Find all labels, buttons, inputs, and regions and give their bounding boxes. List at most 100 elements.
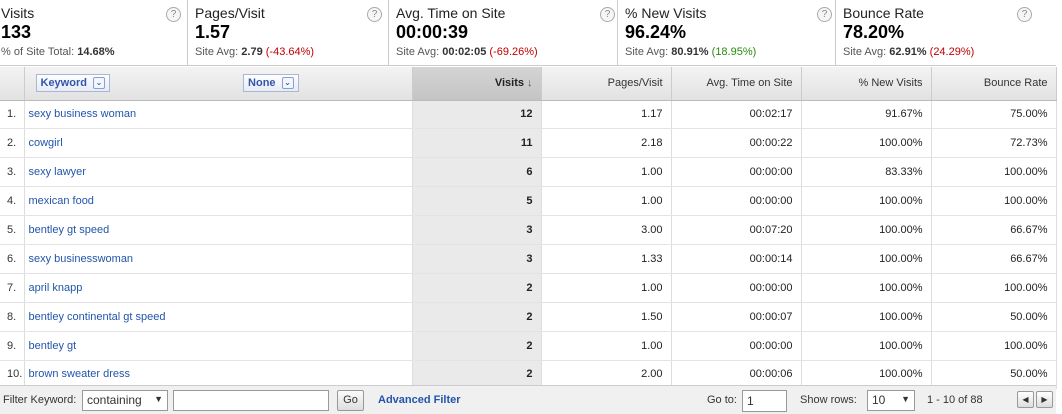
column-header-bounce-rate[interactable]: Bounce Rate bbox=[931, 67, 1057, 101]
table-row: 5. bentley gt speed 3 3.00 00:07:20 100.00% 66… bbox=[0, 215, 1057, 245]
visits-cell: 2 bbox=[412, 273, 542, 303]
row-index: 7. bbox=[0, 273, 25, 303]
visits-cell: 11 bbox=[412, 128, 542, 159]
keyword-link[interactable]: bentley continental gt speed bbox=[29, 311, 166, 323]
filter-input[interactable] bbox=[173, 390, 329, 411]
keyword-link[interactable]: sexy business woman bbox=[29, 108, 137, 120]
help-icon[interactable]: ? bbox=[600, 7, 615, 22]
bounce-rate-cell: 100.00% bbox=[931, 157, 1057, 188]
keyword-link[interactable]: bentley gt bbox=[29, 340, 77, 352]
show-rows-select[interactable]: 10 ▼ bbox=[867, 390, 915, 411]
metric-comparison: % of Site Total: 14.68% bbox=[1, 45, 187, 59]
bounce-rate-cell: 100.00% bbox=[931, 331, 1057, 361]
goto-input[interactable]: 1 bbox=[742, 390, 787, 412]
comparison-change: (18.95%) bbox=[711, 46, 757, 58]
keyword-cell: mexican food bbox=[24, 186, 413, 217]
new-visits-cell: 83.33% bbox=[801, 157, 932, 188]
help-icon[interactable]: ? bbox=[367, 7, 382, 22]
pages-visit-cell: 1.33 bbox=[541, 244, 672, 274]
previous-page-button[interactable]: ◀ bbox=[1017, 391, 1034, 408]
avg-time-cell: 00:00:14 bbox=[671, 244, 802, 274]
comparison-value: 80.91% bbox=[671, 46, 709, 58]
help-icon[interactable]: ? bbox=[817, 7, 832, 22]
metric-pages-per-visit: Pages/Visit 1.57 Site Avg: 2.79 (-43.64%… bbox=[188, 0, 389, 66]
new-visits-cell: 100.00% bbox=[801, 128, 932, 159]
avg-time-cell: 00:00:22 bbox=[671, 128, 802, 159]
new-visits-cell: 100.00% bbox=[801, 186, 932, 217]
bounce-rate-cell: 50.00% bbox=[931, 302, 1057, 332]
comparison-value: 62.91% bbox=[889, 46, 927, 58]
summary-metrics: Visits 133 % of Site Total: 14.68% ? Pag… bbox=[0, 0, 1056, 66]
metric-label: Visits bbox=[1, 5, 35, 21]
comparison-change: (-43.64%) bbox=[265, 46, 315, 58]
new-visits-cell: 91.67% bbox=[801, 100, 932, 130]
metric-label: Pages/Visit bbox=[195, 5, 265, 21]
sort-descending-icon: ↓ bbox=[527, 77, 533, 90]
pages-visit-cell: 1.00 bbox=[541, 186, 672, 217]
column-header-avg-time[interactable]: Avg. Time on Site bbox=[671, 67, 802, 101]
filter-go-button[interactable]: Go bbox=[337, 390, 364, 411]
visits-cell: 2 bbox=[412, 331, 542, 361]
help-icon[interactable]: ? bbox=[1017, 7, 1032, 22]
bounce-rate-cell: 100.00% bbox=[931, 273, 1057, 303]
keyword-link[interactable]: april knapp bbox=[29, 282, 83, 294]
help-icon[interactable]: ? bbox=[166, 7, 181, 22]
pages-visit-cell: 1.00 bbox=[541, 157, 672, 188]
avg-time-cell: 00:00:07 bbox=[671, 302, 802, 332]
visits-cell: 3 bbox=[412, 215, 542, 245]
comparison-prefix: Site Avg: bbox=[625, 46, 672, 58]
table-row: 1. sexy business woman 12 1.17 00:02:17 91.67… bbox=[0, 100, 1057, 130]
keyword-link[interactable]: mexican food bbox=[29, 195, 94, 207]
column-label: Visits bbox=[494, 77, 524, 90]
new-visits-cell: 100.00% bbox=[801, 331, 932, 361]
column-header-new-visits[interactable]: % New Visits bbox=[801, 67, 932, 101]
visits-cell: 12 bbox=[412, 100, 542, 130]
table-row: 7. april knapp 2 1.00 00:00:00 100.00% 100.00% bbox=[0, 273, 1057, 303]
bounce-rate-cell: 72.73% bbox=[931, 128, 1057, 159]
advanced-filter-link[interactable]: Advanced Filter bbox=[378, 394, 461, 406]
bounce-rate-cell: 66.67% bbox=[931, 215, 1057, 245]
primary-dimension-dropdown[interactable]: Keyword ⌄ bbox=[35, 74, 110, 93]
table-row: 2. cowgirl 11 2.18 00:00:22 100.00% 72.73% bbox=[0, 128, 1057, 159]
column-header-pages-visit[interactable]: Pages/Visit bbox=[541, 67, 672, 101]
metric-value: 96.24% bbox=[625, 22, 687, 42]
comparison-change: (24.29%) bbox=[929, 46, 975, 58]
metric-visits: Visits 133 % of Site Total: 14.68% ? bbox=[0, 0, 188, 66]
metric-value: 1.57 bbox=[195, 22, 231, 42]
secondary-dimension-dropdown[interactable]: None ⌄ bbox=[243, 74, 299, 93]
new-visits-cell: 100.00% bbox=[801, 244, 932, 274]
keyword-link[interactable]: cowgirl bbox=[29, 137, 63, 149]
select-value: containing bbox=[87, 393, 142, 407]
comparison-prefix: Site Avg: bbox=[396, 46, 443, 58]
metric-label: % New Visits bbox=[625, 5, 707, 21]
bounce-rate-cell: 66.67% bbox=[931, 244, 1057, 274]
pages-visit-cell: 1.00 bbox=[541, 331, 672, 361]
table-row: 4. mexican food 5 1.00 00:00:00 100.00% 100.00… bbox=[0, 186, 1057, 217]
table-footer: Filter Keyword: containing ▼ Go Advanced … bbox=[0, 385, 1056, 414]
row-index: 2. bbox=[0, 128, 25, 159]
metric-comparison: Site Avg: 62.91% (24.29%) bbox=[843, 45, 1056, 59]
keyword-cell: bentley gt speed bbox=[24, 215, 413, 245]
keyword-cell: sexy business woman bbox=[24, 100, 413, 130]
filter-mode-select[interactable]: containing ▼ bbox=[82, 390, 168, 411]
column-header-visits[interactable]: Visits ↓ bbox=[412, 67, 542, 101]
pages-visit-cell: 1.50 bbox=[541, 302, 672, 332]
keyword-link[interactable]: brown sweater dress bbox=[29, 368, 131, 380]
avg-time-cell: 00:00:00 bbox=[671, 331, 802, 361]
keyword-link[interactable]: bentley gt speed bbox=[29, 224, 110, 236]
table-row: 8. bentley continental gt speed 2 1.50 00:00… bbox=[0, 302, 1057, 332]
index-header bbox=[0, 67, 25, 101]
next-page-button[interactable]: ▶ bbox=[1036, 391, 1053, 408]
keyword-link[interactable]: sexy lawyer bbox=[29, 166, 86, 178]
comparison-value: 2.79 bbox=[241, 46, 263, 58]
pagination-range: 1 - 10 of 88 bbox=[927, 394, 983, 406]
bounce-rate-cell: 100.00% bbox=[931, 186, 1057, 217]
keyword-cell: april knapp bbox=[24, 273, 413, 303]
dimension-header: Keyword ⌄ None ⌄ bbox=[24, 67, 413, 101]
chevron-down-icon: ⌄ bbox=[281, 77, 294, 90]
avg-time-cell: 00:00:00 bbox=[671, 157, 802, 188]
metric-value: 78.20% bbox=[843, 22, 905, 42]
metric-new-visits: % New Visits 96.24% Site Avg: 80.91% (18… bbox=[618, 0, 836, 66]
metric-comparison: Site Avg: 2.79 (-43.64%) bbox=[195, 45, 388, 59]
keyword-link[interactable]: sexy businesswoman bbox=[29, 253, 134, 265]
